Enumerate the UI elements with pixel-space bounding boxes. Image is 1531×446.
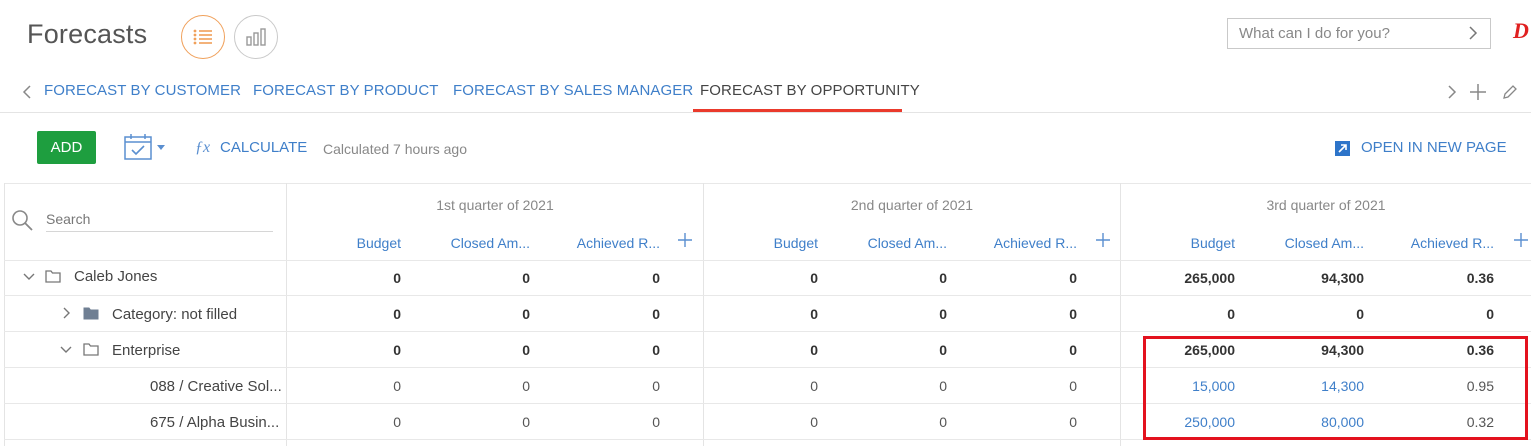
quarter-1-header: 1st quarter of 2021: [436, 197, 554, 213]
row-label-caleb-jones[interactable]: Caleb Jones: [74, 268, 157, 285]
edit-tab-icon[interactable]: [1502, 84, 1518, 100]
grid-cell: 0: [652, 342, 660, 358]
grid-column-divider: [286, 183, 287, 446]
grid-cell: 0: [522, 342, 530, 358]
grid-cell: 0: [652, 270, 660, 286]
expand-chevron-down-icon[interactable]: [60, 345, 72, 355]
grid-cell: 0: [393, 306, 401, 322]
list-icon: [193, 29, 212, 45]
command-input[interactable]: [1239, 25, 1449, 42]
search-input[interactable]: [46, 211, 273, 232]
highlight-annotation-box: [1143, 336, 1528, 440]
tab-forecast-by-product[interactable]: FORECAST BY PRODUCT: [253, 82, 439, 99]
grid-cell: 0: [1227, 306, 1235, 322]
calculate-button[interactable]: CALCULATE: [220, 139, 307, 156]
row-label-opportunity[interactable]: 088 / Creative Sol...: [150, 378, 282, 395]
q3-add-column-icon[interactable]: [1514, 233, 1528, 247]
logo: D: [1513, 18, 1529, 43]
quarter-2-header: 2nd quarter of 2021: [850, 197, 974, 213]
grid-cell: 0: [393, 270, 401, 286]
tab-forecast-by-opportunity[interactable]: FORECAST BY OPPORTUNITY: [700, 82, 920, 99]
q3-achieved-rate-column[interactable]: Achieved R...: [1364, 235, 1494, 251]
q3-budget-column[interactable]: Budget: [1104, 235, 1235, 251]
list-view-button[interactable]: [181, 15, 225, 59]
grid-cell: 0: [1069, 342, 1077, 358]
chart-view-button[interactable]: [234, 15, 278, 59]
q1-budget-column[interactable]: Budget: [270, 235, 401, 251]
grid-column-divider: [1120, 183, 1121, 446]
row-divider: [4, 295, 1531, 296]
folder-open-icon: [45, 270, 61, 283]
row-label-opportunity[interactable]: 675 / Alpha Busin...: [150, 414, 279, 431]
grid-cell: 0: [393, 342, 401, 358]
folder-filled-icon: [83, 307, 99, 320]
row-divider: [4, 331, 1531, 332]
search-icon: [12, 210, 33, 231]
grid-left-border: [4, 183, 5, 446]
quarter-3-header: 3rd quarter of 2021: [1266, 197, 1386, 213]
open-external-icon[interactable]: [1335, 141, 1350, 156]
tabs-divider: [0, 112, 1531, 113]
grid-cell: 0: [810, 414, 818, 430]
grid-cell: 0: [1069, 378, 1077, 394]
grid-cell: 0: [652, 414, 660, 430]
grid-cell: 0: [522, 270, 530, 286]
grid-cell: 0: [1486, 306, 1494, 322]
tab-forecast-by-customer[interactable]: FORECAST BY CUSTOMER: [44, 82, 241, 99]
grid-cell: 0: [939, 306, 947, 322]
tab-forecast-by-sales-manager[interactable]: FORECAST BY SALES MANAGER: [453, 82, 693, 99]
period-filter-button[interactable]: [124, 133, 166, 161]
grid-cell: 0: [1069, 414, 1077, 430]
q1-achieved-rate-column[interactable]: Achieved R...: [530, 235, 660, 251]
q2-achieved-rate-column[interactable]: Achieved R...: [947, 235, 1077, 251]
bar-chart-icon: [246, 28, 266, 46]
grid-cell: 0: [1356, 306, 1364, 322]
grid-cell: 0: [522, 378, 530, 394]
grid-cell: 0: [939, 378, 947, 394]
q2-closed-amount-column[interactable]: Closed Am...: [817, 235, 947, 251]
grid-cell: 94,300: [1321, 270, 1364, 286]
grid-cell: 0.36: [1466, 270, 1494, 286]
chevron-right-icon[interactable]: [1468, 25, 1478, 41]
add-button[interactable]: ADD: [37, 131, 96, 164]
grid-cell: 0: [810, 270, 818, 286]
caret-down-icon: [157, 145, 165, 150]
grid-cell: 265,000: [1184, 270, 1235, 286]
tabs-scroll-right-icon[interactable]: [1447, 85, 1457, 99]
add-tab-icon[interactable]: [1469, 83, 1487, 101]
function-icon: ƒx: [195, 139, 211, 156]
grid-cell: 0: [1069, 270, 1077, 286]
grid-cell: 0: [652, 306, 660, 322]
grid-cell: 0: [939, 342, 947, 358]
grid-cell: 0: [1069, 306, 1077, 322]
expand-chevron-right-icon[interactable]: [62, 307, 70, 319]
q2-budget-column[interactable]: Budget: [687, 235, 818, 251]
command-line[interactable]: [1227, 18, 1491, 49]
calendar-check-icon: [124, 134, 152, 160]
row-label-enterprise[interactable]: Enterprise: [112, 342, 180, 359]
grid-cell: 0: [810, 378, 818, 394]
grid-cell: 0: [393, 378, 401, 394]
grid-column-divider: [703, 183, 704, 446]
header-bottom-border: [4, 260, 1531, 261]
q3-closed-amount-column[interactable]: Closed Am...: [1234, 235, 1364, 251]
tabs-scroll-left-icon[interactable]: [22, 85, 32, 99]
q1-closed-amount-column[interactable]: Closed Am...: [400, 235, 530, 251]
grid-cell: 0: [652, 378, 660, 394]
page-title: Forecasts: [27, 19, 148, 49]
row-label-category-not-filled[interactable]: Category: not filled: [112, 306, 237, 323]
expand-chevron-down-icon[interactable]: [23, 272, 35, 282]
grid-cell: 0: [810, 342, 818, 358]
grid-cell: 0: [393, 414, 401, 430]
calculated-status: Calculated 7 hours ago: [323, 141, 467, 157]
grid-cell: 0: [810, 306, 818, 322]
grid-cell: 0: [939, 270, 947, 286]
grid-cell: 0: [522, 414, 530, 430]
open-in-new-page-button[interactable]: OPEN IN NEW PAGE: [1361, 139, 1507, 156]
folder-open-icon: [83, 343, 99, 356]
grid-cell: 0: [939, 414, 947, 430]
grid-cell: 0: [522, 306, 530, 322]
grid-top-border: [4, 183, 1531, 184]
